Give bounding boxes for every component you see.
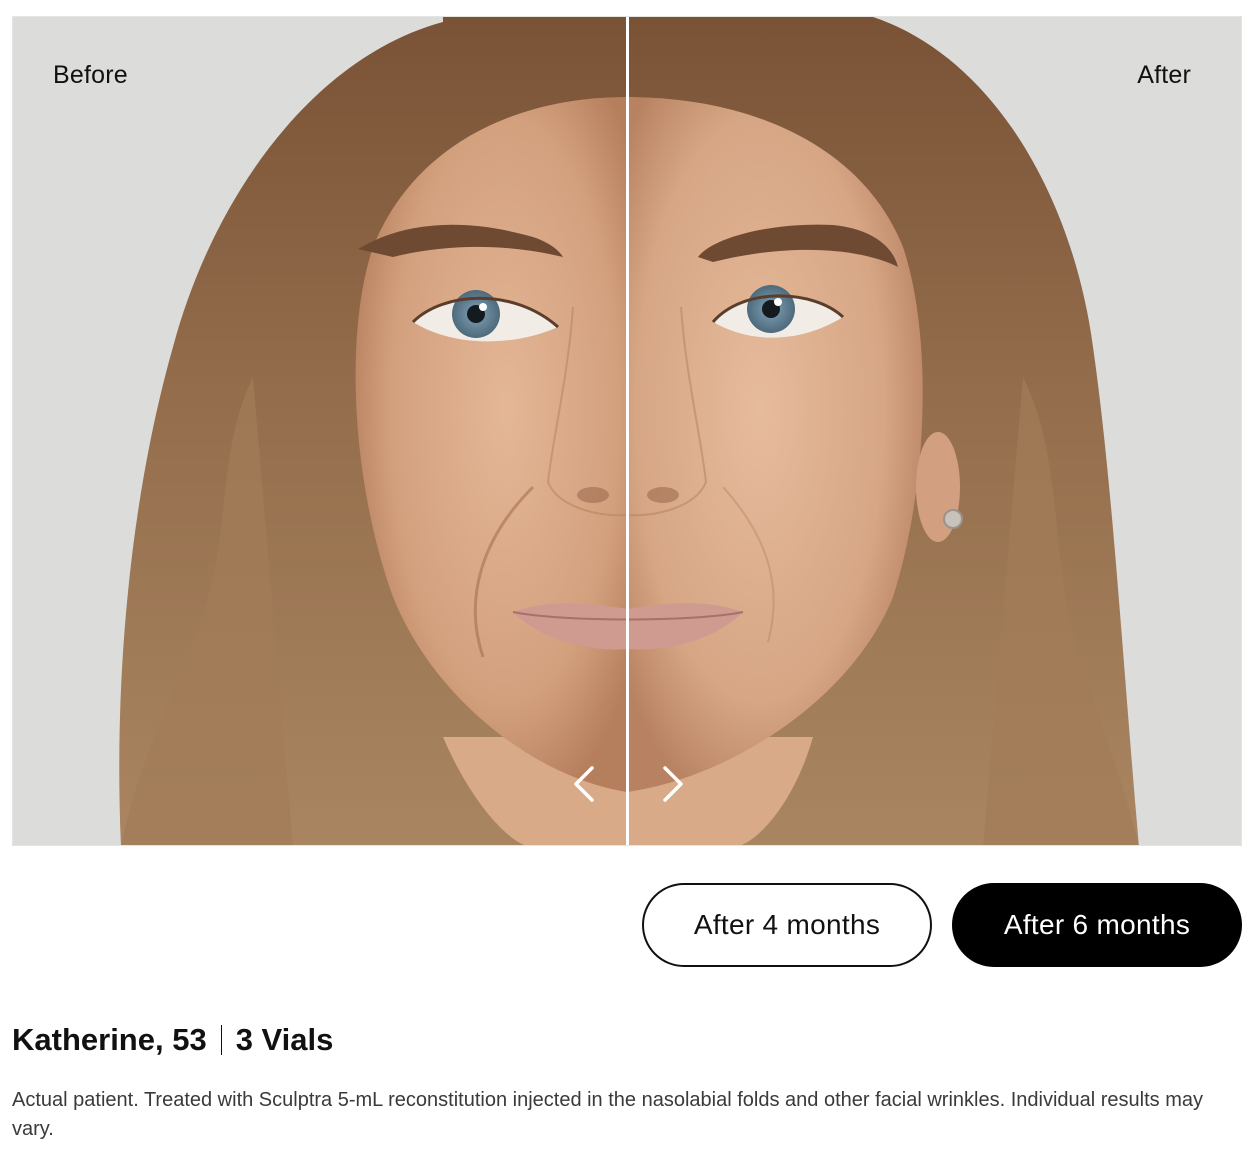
before-after-viewer[interactable]: Before After — [12, 16, 1242, 846]
patient-vials: 3 Vials — [235, 1022, 334, 1057]
before-after-page: Before After After 4 months After 6 mont… — [0, 0, 1260, 1164]
comparison-divider-handle[interactable] — [626, 17, 629, 845]
next-button[interactable] — [653, 762, 693, 806]
after-4-months-button[interactable]: After 4 months — [642, 883, 932, 967]
after-6-months-button[interactable]: After 6 months — [952, 883, 1242, 967]
patient-title: Katherine, 53 3 Vials — [12, 1022, 333, 1058]
patient-name-age: Katherine, 53 — [12, 1022, 207, 1057]
chevron-left-icon — [574, 766, 594, 802]
chevron-right-icon — [663, 766, 683, 802]
previous-button[interactable] — [564, 762, 604, 806]
patient-disclaimer: Actual patient. Treated with Sculptra 5-… — [12, 1089, 1203, 1140]
title-separator — [220, 1025, 222, 1055]
after-label: After — [1137, 61, 1191, 89]
before-label: Before — [53, 61, 128, 89]
